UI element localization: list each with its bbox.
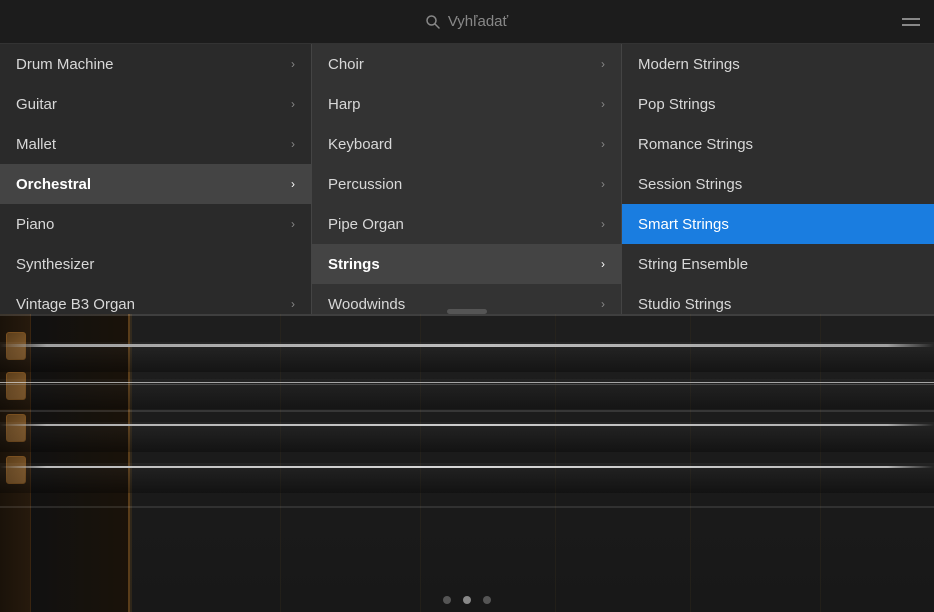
category-column: Drum Machine › Guitar › Mallet › Orchest…: [0, 44, 312, 314]
search-placeholder: Vyhľadať: [448, 13, 508, 30]
chevron-icon: ›: [291, 297, 295, 311]
chevron-icon: ›: [601, 217, 605, 231]
page-dot[interactable]: [483, 596, 491, 604]
strings-background: [0, 314, 934, 612]
category-item-mallet[interactable]: Mallet ›: [0, 124, 311, 164]
chevron-icon: ›: [601, 97, 605, 111]
category-item-guitar[interactable]: Guitar ›: [0, 84, 311, 124]
subcategory-item-percussion[interactable]: Percussion ›: [312, 164, 621, 204]
instrument-view: [0, 314, 934, 612]
chevron-icon: ›: [601, 257, 605, 271]
chevron-icon: ›: [601, 297, 605, 311]
chevron-icon: ›: [291, 217, 295, 231]
chevron-icon: ›: [601, 177, 605, 191]
subcategory-item-harp[interactable]: Harp ›: [312, 84, 621, 124]
chevron-icon: ›: [291, 57, 295, 71]
category-item-vintage-b3[interactable]: Vintage B3 Organ ›: [0, 284, 311, 324]
chevron-icon: ›: [601, 137, 605, 151]
category-item-piano[interactable]: Piano ›: [0, 204, 311, 244]
chevron-icon: ›: [291, 97, 295, 111]
subcategory-item-woodwinds[interactable]: Woodwinds ›: [312, 284, 621, 324]
subcategory-item-pipe-organ[interactable]: Pipe Organ ›: [312, 204, 621, 244]
category-item-synthesizer[interactable]: Synthesizer: [0, 244, 311, 284]
page-dot[interactable]: [443, 596, 451, 604]
instrument-menu: Drum Machine › Guitar › Mallet › Orchest…: [0, 44, 934, 314]
search-input-area[interactable]: Vyhľadať: [426, 13, 508, 30]
instrument-item-session-strings[interactable]: Session Strings: [622, 164, 934, 204]
instrument-item-string-ensemble[interactable]: String Ensemble: [622, 244, 934, 284]
category-item-orchestral[interactable]: Orchestral ›: [0, 164, 311, 204]
search-icon: [426, 15, 440, 29]
page-dots: [0, 596, 934, 604]
category-item-drum-machine[interactable]: Drum Machine ›: [0, 44, 311, 84]
subcategory-item-choir[interactable]: Choir ›: [312, 44, 621, 84]
instrument-item-smart-strings[interactable]: Smart Strings: [622, 204, 934, 244]
chevron-icon: ›: [291, 137, 295, 151]
subcategory-item-strings[interactable]: Strings ›: [312, 244, 621, 284]
chevron-icon: ›: [291, 177, 295, 191]
search-bar: Vyhľadať: [0, 0, 934, 44]
instrument-column: Modern Strings Pop Strings Romance Strin…: [622, 44, 934, 314]
instrument-item-romance-strings[interactable]: Romance Strings: [622, 124, 934, 164]
instrument-item-studio-strings[interactable]: Studio Strings: [622, 284, 934, 324]
instrument-item-modern-strings[interactable]: Modern Strings: [622, 44, 934, 84]
menu-icon[interactable]: [902, 18, 920, 26]
drag-handle[interactable]: [447, 309, 487, 314]
instrument-item-pop-strings[interactable]: Pop Strings: [622, 84, 934, 124]
subcategory-column: Choir › Harp › Keyboard › Percussion › P…: [312, 44, 622, 314]
subcategory-item-keyboard[interactable]: Keyboard ›: [312, 124, 621, 164]
chevron-icon: ›: [601, 57, 605, 71]
page-dot-active[interactable]: [463, 596, 471, 604]
